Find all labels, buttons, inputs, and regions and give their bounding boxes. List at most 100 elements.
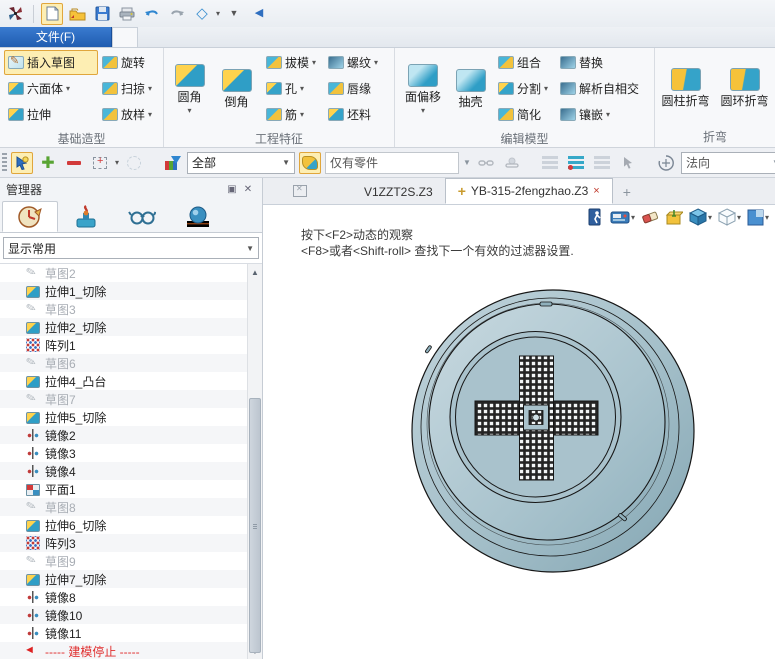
ribbon-tab[interactable]	[330, 27, 354, 47]
regen-button[interactable]: ◇	[191, 3, 213, 25]
display-filter-combo[interactable]: 显示常用▼	[3, 237, 259, 259]
remove-select-button[interactable]	[63, 152, 85, 174]
new-tab-button[interactable]: +	[613, 184, 641, 204]
history-tab[interactable]	[2, 201, 58, 232]
regen-part-button[interactable]	[299, 152, 321, 174]
ribbon-tab[interactable]	[378, 27, 402, 47]
close-tab-icon[interactable]: ×	[593, 185, 599, 197]
loft-button[interactable]: 放样▾	[98, 102, 162, 127]
pick-list-active-button[interactable]	[565, 152, 587, 174]
regen-dropdown-icon[interactable]: ▾	[216, 10, 220, 18]
tree-item[interactable]: 拉伸1_切除	[0, 282, 247, 300]
shell-button[interactable]: 抽壳	[451, 52, 490, 126]
ribbon-tab[interactable]	[282, 27, 306, 47]
link-button[interactable]	[475, 152, 497, 174]
tree-scrollbar[interactable]: ▲ ▼	[247, 264, 262, 659]
simplify-button[interactable]: 简化	[494, 102, 556, 127]
resolve-self-intersect-button[interactable]: 解析自相交	[556, 76, 650, 101]
eraser-button[interactable]	[641, 210, 659, 224]
file-menu-button[interactable]: 文件(F)	[0, 27, 112, 47]
sweep-button[interactable]: 扫掠▾	[98, 76, 162, 101]
tree-item[interactable]: 草图3	[0, 300, 247, 318]
tree-item[interactable]: 阵列1	[0, 336, 247, 354]
chevron-down-icon[interactable]: ▾	[708, 213, 712, 222]
ribbon-tab[interactable]	[402, 27, 426, 47]
panel-dock-icon[interactable]	[293, 185, 307, 197]
ribbon-tab[interactable]	[162, 27, 186, 47]
pin-box-button[interactable]	[665, 209, 683, 226]
tree-item[interactable]: 平面1	[0, 480, 247, 498]
combine-button[interactable]: 组合	[494, 50, 556, 75]
save-button[interactable]	[91, 3, 113, 25]
tree-item[interactable]: 草图6	[0, 354, 247, 372]
divide-button[interactable]: 分割▾	[494, 76, 556, 101]
open-file-button[interactable]	[66, 3, 88, 25]
tree-item[interactable]: 草图2	[0, 264, 247, 282]
stock-button[interactable]: 坯料	[324, 102, 390, 127]
add-select-button[interactable]: ✚	[37, 152, 59, 174]
cylindrical-bend-button[interactable]: 圆柱折弯	[659, 51, 712, 125]
pick-filter-dropdown-icon[interactable]: ▼	[463, 158, 471, 167]
orientation-combo[interactable]: 法向▼	[681, 152, 775, 174]
collapse-ribbon-button[interactable]: ◀	[248, 3, 270, 25]
box-select-button[interactable]	[89, 152, 111, 174]
document-tab-inactive[interactable]: V1ZZT2S.Z3	[352, 180, 445, 204]
pick-cursor-button[interactable]	[11, 152, 33, 174]
dimension-button[interactable]: ▾	[610, 209, 635, 225]
thread-button[interactable]: 螺纹▾	[324, 50, 390, 75]
tree-item[interactable]: 拉伸2_切除	[0, 318, 247, 336]
scope-filter-combo[interactable]: 全部▼	[187, 152, 295, 174]
exit-button[interactable]	[588, 208, 604, 226]
lip-button[interactable]: 唇缘	[324, 76, 390, 101]
color-filter-button[interactable]	[161, 152, 183, 174]
visibility-tab[interactable]	[114, 201, 170, 232]
tree-item[interactable]: 草图9	[0, 552, 247, 570]
tree-item[interactable]: 拉伸7_切除	[0, 570, 247, 588]
hole-button[interactable]: 孔▾	[262, 76, 324, 101]
render-tab[interactable]	[170, 201, 226, 232]
pick-list-all-button[interactable]	[591, 152, 613, 174]
tree-item[interactable]: 镜像2	[0, 426, 247, 444]
chevron-down-icon[interactable]: ▾	[631, 213, 635, 222]
tree-item[interactable]: 镜像3	[0, 444, 247, 462]
ribbon-tab[interactable]	[234, 27, 258, 47]
scroll-up-icon[interactable]: ▲	[248, 264, 262, 280]
toolbar-grip[interactable]	[2, 153, 7, 173]
tree-item[interactable]: 拉伸5_切除	[0, 408, 247, 426]
new-file-button[interactable]	[41, 3, 63, 25]
scrollbar-thumb[interactable]	[249, 398, 261, 653]
pick-list-button[interactable]	[539, 152, 561, 174]
ribbon-tab[interactable]	[306, 27, 330, 47]
ribbon-tab[interactable]	[186, 27, 210, 47]
tree-item[interactable]: 草图7	[0, 390, 247, 408]
ribbon-tab[interactable]	[112, 27, 138, 47]
tree-item[interactable]: 镜像11	[0, 624, 247, 642]
pick-arrow-button[interactable]	[617, 152, 639, 174]
document-tab-active[interactable]: + YB-315-2fengzhao.Z3 ×	[445, 178, 613, 204]
redo-button[interactable]	[166, 3, 188, 25]
replace-button[interactable]: 替换	[556, 50, 650, 75]
reorient-button[interactable]	[655, 152, 677, 174]
fillet-button[interactable]: 圆角▾	[168, 52, 211, 126]
viewport-layout-button[interactable]: ▾	[747, 209, 769, 226]
shaded-cube-button[interactable]: ▾	[689, 208, 712, 226]
ribbon-tab[interactable]	[138, 27, 162, 47]
scrollbar-track[interactable]	[248, 280, 262, 643]
chevron-down-icon[interactable]: ▾	[765, 213, 769, 222]
chamfer-button[interactable]: 倒角	[215, 52, 258, 126]
link-all-button[interactable]	[501, 152, 523, 174]
tree-item[interactable]: 镜像8	[0, 588, 247, 606]
pick-filter-combo[interactable]: 仅有零件	[325, 152, 459, 174]
toolbar-options-button[interactable]: ▼	[223, 3, 245, 25]
print-button[interactable]	[116, 3, 138, 25]
insert-sketch-button[interactable]: 插入草图	[4, 50, 98, 75]
ribbon-tab[interactable]	[258, 27, 282, 47]
ribbon-tab[interactable]	[210, 27, 234, 47]
block-button[interactable]: 六面体▾	[4, 76, 98, 101]
regen-tab[interactable]	[58, 201, 114, 232]
tree-item[interactable]: 阵列3	[0, 534, 247, 552]
chevron-down-icon[interactable]: ▾	[737, 213, 741, 222]
restore-icon[interactable]: ▣	[224, 182, 240, 196]
toroidal-bend-button[interactable]: 圆环折弯	[718, 51, 771, 125]
close-icon[interactable]: ✕	[240, 182, 256, 196]
